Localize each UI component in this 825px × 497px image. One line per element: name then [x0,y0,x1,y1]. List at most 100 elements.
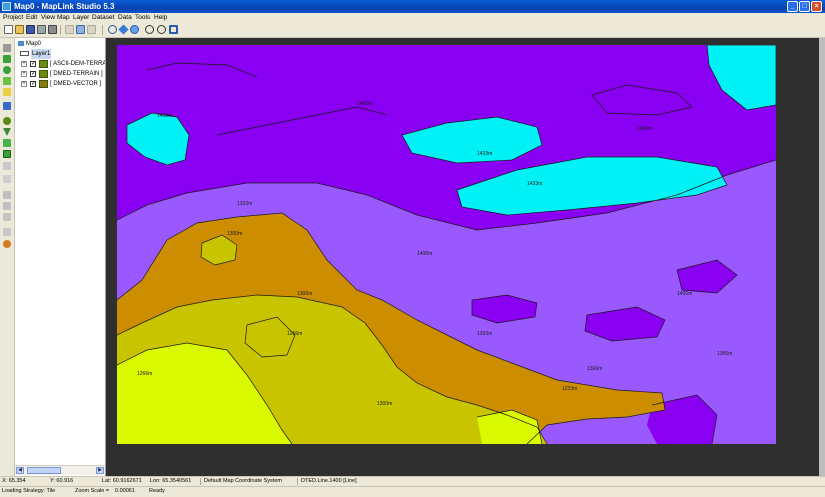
menu-help[interactable]: Help [154,13,167,23]
status-zoom-label: Zoom Scale = [75,488,110,494]
scroll-left-icon[interactable]: ◀ [16,467,24,474]
contour-label: 1400m [637,126,652,132]
contour-label: 1300m [297,291,312,297]
select-tool-icon[interactable] [3,44,11,52]
add-layer-icon[interactable] [3,55,11,63]
cut-icon[interactable] [65,25,74,34]
minimize-button[interactable]: _ [787,1,798,12]
dataset-icon[interactable] [3,117,11,125]
main-toolbar [0,23,825,38]
contour-label: 1366m [717,351,732,357]
disabled-tool-icon [3,191,11,199]
map-view[interactable]: 1433m 1433m 1433m 1400m 1400m 1400m 1400… [106,38,825,476]
menu-data[interactable]: Data [118,13,132,23]
menu-view[interactable]: View [41,13,55,23]
disabled-tool-icon [3,175,11,183]
copy-icon[interactable] [76,25,85,34]
terrain-layer-icon [39,60,48,68]
raster-icon[interactable] [3,139,11,147]
print-icon[interactable] [48,25,57,34]
tree-item-label: [ DMED-TERRAIN ] [50,71,103,77]
import-icon[interactable] [3,102,11,110]
status-lat: Lat: 60.9162671 [102,478,142,484]
layer-visible-checkbox[interactable]: ✓ [30,61,36,67]
map-vertical-scrollbar[interactable] [819,38,825,476]
contour-label: 1433m [527,181,542,187]
toolbar-separator [102,25,103,35]
contour-label: 1233m [562,386,577,392]
hand-grab-icon[interactable] [130,25,139,34]
tree-layer-label: Layer1 [31,49,52,59]
vector-layer-icon [39,80,48,88]
contour-label: 1300m [377,401,392,407]
status-zoom-value: 0.00061 [115,488,135,494]
contour-label: 1433m [157,113,172,119]
status-x: X: 65.354 [2,478,26,484]
disabled-tool-icon [3,228,11,236]
contour-label: 1333m [237,201,252,207]
tree-item-label: [ ASCII-DEM-TERRAIN ] [50,61,106,67]
zoom-in-icon[interactable] [145,25,154,34]
zoom-extent-icon[interactable] [169,25,178,34]
globe-icon[interactable] [3,66,11,74]
maximize-button[interactable]: □ [799,1,810,12]
menu-tools[interactable]: Tools [135,13,150,23]
zoom-out-icon[interactable] [157,25,166,34]
menu-edit[interactable]: Edit [26,13,37,23]
grid-icon[interactable] [3,150,11,158]
pan-icon[interactable] [118,24,129,35]
menu-bar: Project Edit View Map Layer Dataset Data… [0,13,825,23]
paste-icon[interactable] [87,25,96,34]
zoom-select-icon[interactable] [108,25,117,34]
folder-layer-icon[interactable] [3,88,11,96]
filter-icon[interactable] [3,128,11,136]
new-file-icon[interactable] [4,25,13,34]
status-divider [200,478,201,485]
status-bar-loading: Loading Strategy: Tile Zoom Scale = 0.00… [0,486,825,497]
menu-layer[interactable]: Layer [73,13,89,23]
contour-label: 1300m [227,231,242,237]
save-icon[interactable] [26,25,35,34]
status-bar-coordinates: X: 65.354 Y: 60.916 Lat: 60.9162671 Lon:… [0,476,825,486]
scroll-thumb[interactable] [27,467,61,474]
disabled-tool-icon [3,213,11,221]
menu-dataset[interactable]: Dataset [92,13,114,23]
close-button[interactable]: × [811,1,822,12]
layer-icon [20,51,29,56]
layer-visible-checkbox[interactable]: ✓ [30,81,36,87]
render-icon[interactable] [3,240,11,248]
contour-label: 1366m [587,366,602,372]
map-frame-bottom [117,444,776,476]
open-folder-icon[interactable] [15,25,24,34]
scroll-right-icon[interactable]: ▶ [96,467,104,474]
layer-visible-checkbox[interactable]: ✓ [30,71,36,77]
layer-tool-strip [0,38,15,476]
tree-horizontal-scrollbar[interactable]: ◀ ▶ [15,465,105,475]
expand-icon[interactable]: + [21,71,27,77]
tree-root-label: Map0 [26,41,42,47]
contour-label: 1400m [677,291,692,297]
window-title: Map0 - MapLink Studio 5.3 [14,2,115,11]
expand-icon[interactable]: + [21,61,27,67]
terrain-layer-icon [39,70,48,78]
contour-label: 1433m [477,151,492,157]
title-bar: Map0 - MapLink Studio 5.3 _ □ × [0,0,825,13]
status-layer-info: DTED.Line.1400 [Line] [301,478,357,484]
status-loading: Loading Strategy: Tile [2,488,56,494]
terrain-icon[interactable] [3,77,11,85]
expand-icon[interactable]: + [21,81,27,87]
contour-label: 1400m [417,251,432,257]
status-ready: Ready [149,488,165,494]
contour-label: 1400m [357,101,372,107]
menu-map[interactable]: Map [57,13,70,23]
status-divider [297,478,298,485]
terrain-map[interactable]: 1433m 1433m 1433m 1400m 1400m 1400m 1400… [117,45,776,444]
disabled-tool-icon [3,162,11,170]
tree-item-ascii-dem[interactable]: + ✓ [ ASCII-DEM-TERRAIN ] [21,59,105,69]
map-icon [18,41,24,46]
print-preview-icon[interactable] [37,25,46,34]
status-coord-system: Default Map Coordinate System [204,478,282,484]
menu-project[interactable]: Project [3,13,23,23]
toolbar-separator [60,25,61,35]
contour-label: 1333m [477,331,492,337]
